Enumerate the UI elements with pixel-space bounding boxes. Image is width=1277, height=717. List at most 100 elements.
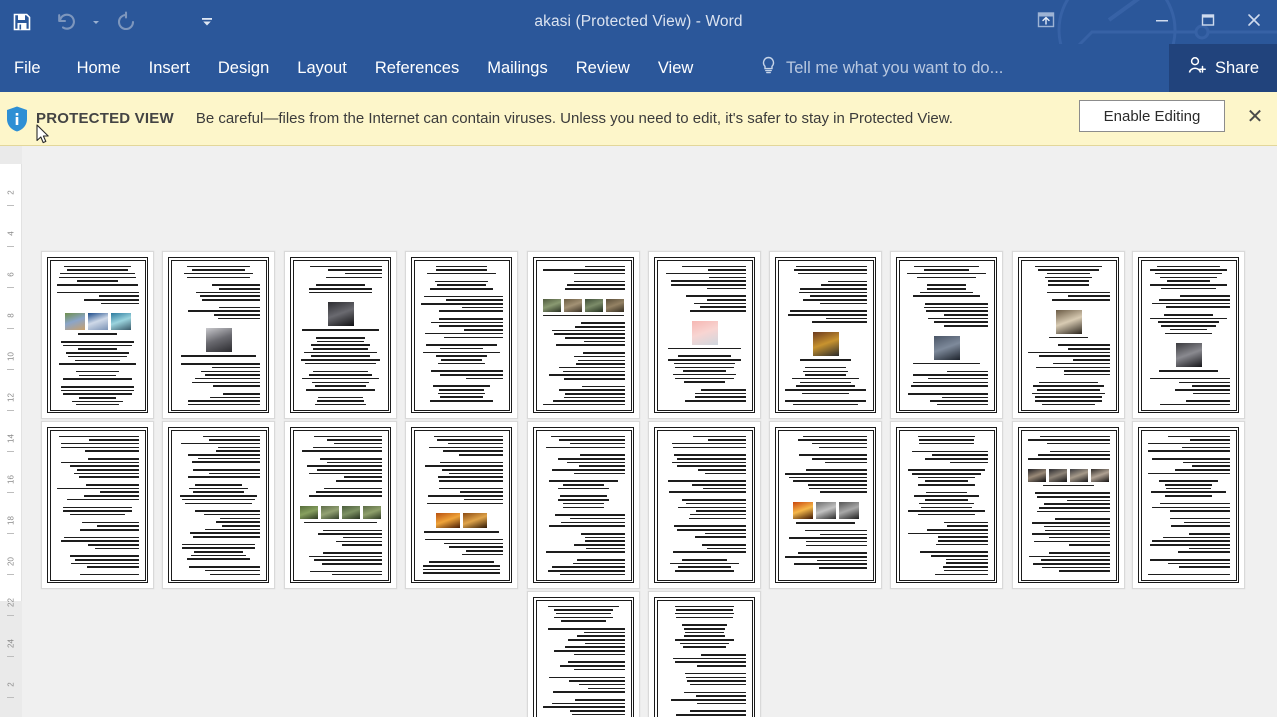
page-text-line (181, 355, 256, 358)
page-text-line (705, 472, 746, 475)
page-caption-gap (906, 367, 988, 371)
page-text-line (62, 510, 133, 512)
page-paragraph-gap (664, 574, 746, 575)
tab-file[interactable]: File (0, 44, 63, 92)
page-image-row (178, 328, 260, 353)
page-text-line (907, 532, 988, 535)
restore-button[interactable] (1185, 0, 1231, 40)
page-thumbnail[interactable] (648, 251, 761, 419)
page-thumbnail[interactable] (1012, 421, 1125, 589)
tell-me-search[interactable]: Tell me what you want to do... (760, 44, 1003, 92)
page-content (1028, 265, 1110, 405)
share-label: Share (1214, 58, 1260, 77)
page-text-line (684, 631, 725, 634)
page-image (205, 328, 232, 353)
tab-view[interactable]: View (644, 44, 707, 92)
close-message-bar-icon[interactable]: ✕ (1243, 105, 1267, 129)
tab-mailings[interactable]: Mailings (473, 44, 562, 92)
page-image (933, 335, 960, 360)
page-text-line (912, 295, 981, 297)
minimize-button[interactable] (1139, 0, 1185, 40)
page-text-line (431, 321, 503, 324)
page-text-line (188, 404, 260, 405)
page-text-line (62, 506, 133, 509)
page-thumbnail[interactable] (527, 421, 640, 589)
page-thumbnail[interactable] (162, 251, 275, 419)
page-text-line (789, 537, 867, 539)
page-text-line (818, 567, 867, 569)
page-text-line (587, 687, 625, 690)
page-thumbnail[interactable] (890, 421, 1003, 589)
page-thumbnail[interactable] (284, 251, 397, 419)
page-text-line (95, 547, 139, 550)
page-text-line (1159, 502, 1230, 505)
page-text-line (559, 573, 625, 575)
page-text-line (180, 442, 260, 445)
tab-insert[interactable]: Insert (135, 44, 204, 92)
page-content (543, 435, 625, 575)
page-text-line (310, 355, 371, 358)
tab-design[interactable]: Design (204, 44, 283, 92)
document-canvas[interactable] (22, 146, 1277, 717)
ribbon-display-options-icon[interactable] (1023, 0, 1069, 40)
page-text-line (797, 272, 867, 275)
page-text-line (707, 269, 746, 271)
page-thumbnail[interactable] (648, 421, 761, 589)
enable-editing-button[interactable]: Enable Editing (1079, 100, 1225, 132)
page-text-line (194, 484, 243, 486)
page-text-line (344, 272, 382, 275)
share-button[interactable]: Share (1169, 44, 1277, 92)
page-text-line (304, 521, 377, 524)
page-text-line (342, 536, 382, 539)
vertical-ruler[interactable]: 2 4 6 8 10 12 14 16 18 20 22 24 2 (0, 146, 22, 717)
page-text-line (1047, 272, 1090, 275)
page-thumbnail[interactable] (41, 421, 154, 589)
page-border-outer (775, 257, 876, 413)
page-text-line (794, 563, 867, 565)
page-thumbnail[interactable] (769, 251, 882, 419)
page-thumbnail[interactable] (405, 421, 518, 589)
page-thumbnail[interactable] (405, 251, 518, 419)
page-text-line (211, 366, 260, 369)
page-text-line (585, 265, 625, 268)
page-text-line (1164, 332, 1213, 335)
page-thumbnail[interactable] (769, 421, 882, 589)
page-paragraph-gap (906, 518, 988, 522)
page-text-line (942, 396, 988, 399)
vruler-tick-2 (7, 287, 14, 288)
page-thumbnail[interactable] (890, 251, 1003, 419)
page-text-line (438, 362, 485, 365)
page-thumbnail[interactable] (162, 421, 275, 589)
page-thumbnail[interactable] (284, 421, 397, 589)
close-button[interactable] (1231, 0, 1277, 40)
page-text-line (210, 396, 260, 399)
page-paragraph-gap (300, 367, 382, 371)
page-text-line (943, 566, 988, 568)
tab-layout[interactable]: Layout (283, 44, 361, 92)
page-text-line (695, 536, 746, 538)
page-text-line (440, 374, 503, 376)
page-text-line (422, 572, 501, 574)
page-text-line (577, 359, 625, 362)
tab-home[interactable]: Home (63, 44, 135, 92)
page-thumbnail[interactable] (527, 251, 640, 419)
page-text-line (944, 325, 988, 327)
page-text-line (1028, 351, 1110, 354)
page-text-line (310, 570, 382, 573)
page-text-line (916, 276, 977, 279)
page-text-line (314, 385, 367, 387)
page-thumbnail[interactable] (527, 591, 640, 717)
page-text-line (1189, 532, 1230, 535)
tab-review[interactable]: Review (562, 44, 644, 92)
page-thumbnail[interactable] (1012, 251, 1125, 419)
page-thumbnail[interactable] (1132, 421, 1245, 589)
page-text-line (801, 392, 850, 395)
page-text-line (918, 476, 975, 479)
page-content (56, 265, 139, 405)
page-text-line (1045, 276, 1092, 279)
page-thumbnail[interactable] (648, 591, 761, 717)
page-text-line (438, 487, 503, 490)
tab-references[interactable]: References (361, 44, 473, 92)
page-thumbnail[interactable] (1132, 251, 1245, 419)
page-thumbnail[interactable] (41, 251, 154, 419)
